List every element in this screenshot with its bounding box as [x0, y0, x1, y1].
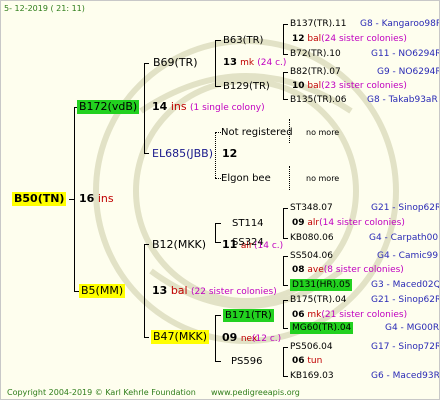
connector	[283, 285, 288, 286]
mother-generation: 13 bal	[152, 284, 188, 297]
connector	[283, 300, 284, 329]
connector	[283, 256, 284, 286]
father-generation: 14 ins	[152, 100, 187, 113]
connector	[144, 244, 145, 338]
connector	[215, 242, 221, 243]
connector	[283, 99, 288, 100]
pedigree-chart: 5- 12-2019 ( 21: 11) Copyright 2004-2019…	[0, 0, 440, 400]
connector	[283, 347, 284, 377]
connector	[215, 40, 216, 87]
gen4-origin-code: G11 - NO6294R	[371, 49, 440, 59]
connector	[215, 132, 216, 178]
gen3-queen-name[interactable]: B129(TR)	[223, 80, 270, 93]
no-more-label: no more	[306, 174, 340, 183]
root-queen-name[interactable]: B50(TN)	[12, 192, 67, 206]
gen4-origin-code: G21 - Sinop62R	[371, 203, 440, 213]
gen4-queen-name[interactable]: B137(TR).11	[290, 18, 346, 30]
connector	[283, 376, 288, 377]
connector	[215, 315, 216, 362]
gen4-origin-code: G3 - Maced02Q	[371, 280, 440, 290]
gen3-queen-name[interactable]: ST114	[232, 217, 264, 230]
connector	[215, 361, 221, 362]
connector	[215, 223, 221, 224]
connector	[215, 40, 221, 41]
gen4-generation: 06 mk(21 sister colonies)	[292, 310, 408, 320]
connector	[283, 300, 288, 301]
connector	[215, 86, 221, 87]
gen3-queen-name: Not registered	[221, 127, 293, 138]
father-colony-note: (1 single colony)	[190, 103, 265, 113]
copyright-text: Copyright 2004-2019 © Karl Kehrle Founda…	[7, 388, 196, 397]
connector	[144, 337, 149, 338]
gen3-queen-name[interactable]: B171(TR)	[223, 309, 274, 322]
connector	[215, 315, 221, 316]
connector	[283, 208, 284, 239]
print-date: 5- 12-2019 ( 21: 11)	[4, 4, 85, 13]
connector	[74, 107, 75, 292]
gen4-generation: 09 alr(14 sister colonies)	[292, 218, 405, 228]
gen4-queen-name[interactable]: D131(HR).05	[290, 279, 353, 291]
gen4-origin-code: G8 - Takab93aR	[367, 95, 438, 105]
connector	[144, 153, 149, 154]
gen2-ff-name[interactable]: B69(TR)	[153, 56, 198, 70]
gen3-generation: 13 mk (24 c.)	[223, 57, 287, 68]
connector	[144, 63, 145, 154]
gen4-queen-name[interactable]: ST348.07	[290, 202, 333, 214]
mother-colony-note: (22 sister colonies)	[191, 287, 277, 297]
gen4-origin-code: G8 - Kangaroo98R	[360, 19, 440, 29]
connector	[283, 256, 288, 257]
gen2-fm-name[interactable]: EL685(JBB)	[152, 147, 213, 161]
gen4-generation: 12 bal(24 sister colonies)	[292, 34, 407, 44]
gen4-queen-name[interactable]: B72(TR).10	[290, 48, 341, 60]
connector	[283, 347, 288, 348]
gen4-origin-code: G17 - Sinop72R	[371, 342, 440, 352]
gen4-generation: 10 bal(23 sister colonies)	[292, 81, 407, 91]
gen4-origin-code: G4 - MG00R	[385, 323, 440, 333]
father-queen-name[interactable]: B172(vdB)	[77, 100, 140, 114]
gen4-queen-name[interactable]: B82(TR).07	[290, 66, 341, 78]
connector	[283, 238, 288, 239]
connector	[283, 24, 288, 25]
gen4-origin-code: G4 - Carpath00R	[369, 233, 440, 243]
connector	[283, 54, 288, 55]
gen4-queen-name[interactable]: PS506.04	[290, 341, 333, 353]
gen2-mm-name[interactable]: B47(MKK)	[151, 330, 210, 344]
gen4-queen-name[interactable]: KB080.06	[290, 232, 334, 244]
connector	[289, 166, 290, 190]
connector	[283, 72, 284, 100]
site-link[interactable]: www.pedigreeapis.org	[211, 387, 300, 398]
gen2-fm-generation: 12	[222, 147, 238, 160]
connector	[283, 208, 288, 209]
gen2-mf-name[interactable]: B12(MKK)	[152, 238, 206, 252]
gen3-queen-name[interactable]: SS324	[232, 236, 264, 249]
connector	[144, 63, 149, 64]
connector	[283, 328, 288, 329]
gen4-queen-name[interactable]: SS504.06	[290, 250, 333, 262]
gen2-mm-note: (12 c.)	[252, 334, 282, 344]
gen4-queen-name[interactable]: B135(TR).06	[290, 94, 346, 106]
gen4-origin-code: G4 - Camic99R	[377, 251, 440, 261]
connector	[283, 24, 284, 55]
gen4-queen-name[interactable]: B175(TR).04	[290, 294, 346, 306]
connector	[215, 223, 216, 243]
gen4-generation: 06 tun	[292, 356, 323, 366]
connector	[283, 72, 288, 73]
gen4-origin-code: G6 - Maced93R	[371, 371, 440, 381]
connector	[144, 244, 149, 245]
root-generation: 16 ins	[79, 192, 114, 205]
gen4-origin-code: G21 - Sinop62R	[371, 295, 440, 305]
gen3-queen-name: Elgon bee	[221, 173, 271, 184]
watermark-bee-logo	[93, 38, 399, 344]
gen3-queen-name[interactable]: PS596	[231, 355, 262, 368]
gen4-queen-name[interactable]: MG60(TR).04	[290, 322, 354, 334]
gen4-origin-code: G9 - NO6294R	[377, 67, 440, 77]
no-more-label: no more	[306, 128, 340, 137]
gen4-generation: 08 ave(8 sister colonies)	[292, 265, 404, 275]
gen3-queen-name[interactable]: B63(TR)	[223, 34, 263, 47]
mother-queen-name[interactable]: B5(MM)	[79, 284, 126, 298]
gen4-queen-name[interactable]: KB169.03	[290, 370, 334, 382]
